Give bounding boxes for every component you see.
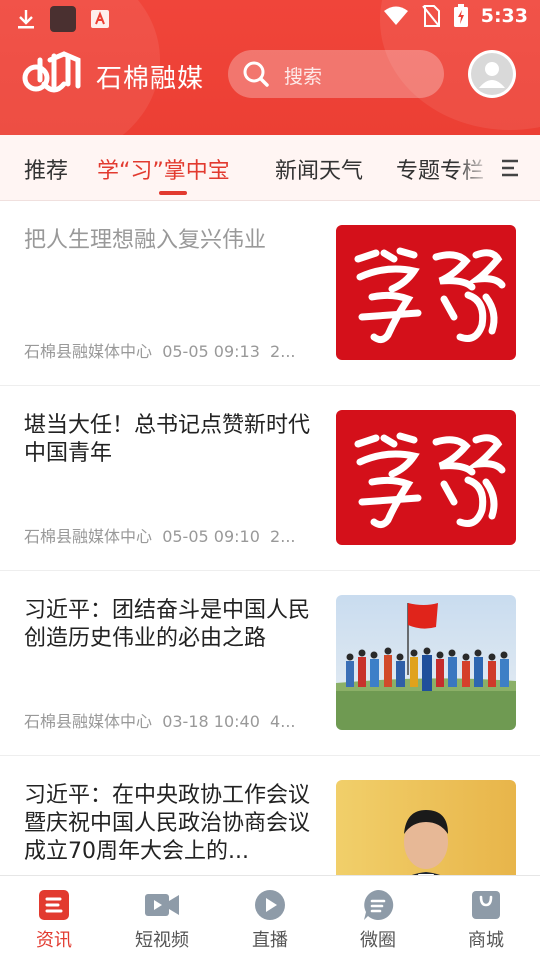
nav-label: 直播 bbox=[252, 930, 288, 951]
shop-bag-icon bbox=[472, 891, 500, 919]
video-icon bbox=[145, 894, 179, 916]
tab-news-weather[interactable]: 新闻天气 bbox=[275, 153, 363, 185]
news-thumbnail bbox=[336, 225, 516, 360]
chat-circle-icon bbox=[364, 889, 394, 920]
nav-label: 短视频 bbox=[135, 930, 189, 951]
news-item[interactable]: 习近平：在中央政协工作会议暨庆祝中国人民政治协商会议成立70周年大会上的... bbox=[0, 756, 540, 875]
nav-moments[interactable]: 微圈 bbox=[324, 876, 432, 960]
news-time: 05-05 09:10 bbox=[162, 527, 260, 546]
app-notification-icon bbox=[50, 6, 76, 32]
news-meta: 石棉县融媒体中心 05-05 09:10 2... bbox=[24, 523, 316, 547]
news-item[interactable]: 把人生理想融入复兴伟业 石棉县融媒体中心 05-05 09:13 2... bbox=[0, 201, 540, 386]
tab-fade bbox=[456, 135, 492, 200]
search-bar[interactable]: 搜索 bbox=[228, 50, 444, 98]
tab-menu-icon[interactable] bbox=[500, 157, 522, 179]
news-extra: 4... bbox=[270, 712, 296, 731]
news-time: 03-18 10:40 bbox=[162, 712, 260, 731]
user-avatar-icon bbox=[471, 53, 513, 95]
news-icon bbox=[39, 890, 69, 920]
news-title: 堪当大任！总书记点赞新时代中国青年 bbox=[24, 413, 311, 466]
no-sim-icon bbox=[421, 5, 440, 27]
app-header: 5:33 石棉融媒 搜索 bbox=[0, 0, 540, 135]
news-thumbnail bbox=[336, 780, 516, 875]
nav-short-video[interactable]: 短视频 bbox=[108, 876, 216, 960]
news-source: 石棉县融媒体中心 bbox=[24, 712, 153, 731]
nav-mall[interactable]: 商城 bbox=[432, 876, 540, 960]
news-time: 05-05 09:13 bbox=[162, 342, 260, 361]
news-item[interactable]: 习近平：团结奋斗是中国人民创造历史伟业的必由之路 石棉县融媒体中心 03-18 … bbox=[0, 571, 540, 756]
search-icon bbox=[243, 61, 269, 87]
active-tab-indicator bbox=[159, 191, 187, 195]
nav-label: 商城 bbox=[468, 930, 504, 951]
battery-icon bbox=[453, 4, 468, 27]
news-title: 习近平：在中央政协工作会议暨庆祝中国人民政治协商会议成立70周年大会上的... bbox=[24, 783, 311, 864]
status-time: 5:33 bbox=[480, 5, 528, 27]
nav-news[interactable]: 资讯 bbox=[0, 876, 108, 960]
grassland-dancers-photo bbox=[336, 595, 516, 730]
news-extra: 2... bbox=[270, 342, 296, 361]
news-meta: 石棉县融媒体中心 05-05 09:13 2... bbox=[24, 338, 316, 362]
download-icon bbox=[18, 10, 34, 29]
news-source: 石棉县融媒体中心 bbox=[24, 342, 153, 361]
news-thumbnail bbox=[336, 410, 516, 545]
nav-live[interactable]: 直播 bbox=[216, 876, 324, 960]
tab-xuexi[interactable]: 学“习”掌中宝 bbox=[97, 153, 230, 185]
xuexi-calligraphy-image bbox=[354, 432, 506, 529]
live-icon bbox=[255, 890, 285, 920]
status-bar: 5:33 bbox=[0, 0, 540, 36]
news-feed: 把人生理想融入复兴伟业 石棉县融媒体中心 05-05 09:13 2... 堪当… bbox=[0, 201, 540, 875]
speaker-photo bbox=[336, 780, 516, 875]
nav-label: 微圈 bbox=[360, 930, 396, 951]
nav-label: 资讯 bbox=[36, 930, 72, 951]
news-title: 把人生理想融入复兴伟业 bbox=[24, 228, 267, 253]
news-thumbnail bbox=[336, 595, 516, 730]
news-meta: 石棉县融媒体中心 03-18 10:40 4... bbox=[24, 708, 316, 732]
search-placeholder: 搜索 bbox=[284, 66, 323, 88]
app-name: 石棉融媒 bbox=[96, 64, 205, 94]
bottom-nav: 资讯 短视频 直播 微圈 商城 bbox=[0, 875, 540, 960]
user-avatar-button[interactable] bbox=[468, 50, 516, 98]
xuexi-calligraphy-image bbox=[354, 247, 506, 344]
app-store-icon bbox=[91, 10, 109, 28]
news-extra: 2... bbox=[270, 527, 296, 546]
app-logo-icon bbox=[22, 51, 81, 93]
news-title: 习近平：团结奋斗是中国人民创造历史伟业的必由之路 bbox=[24, 598, 311, 651]
news-source: 石棉县融媒体中心 bbox=[24, 527, 153, 546]
wifi-icon bbox=[383, 6, 408, 25]
tab-recommend[interactable]: 推荐 bbox=[24, 153, 68, 185]
news-item[interactable]: 堪当大任！总书记点赞新时代中国青年 石棉县融媒体中心 05-05 09:10 2… bbox=[0, 386, 540, 571]
